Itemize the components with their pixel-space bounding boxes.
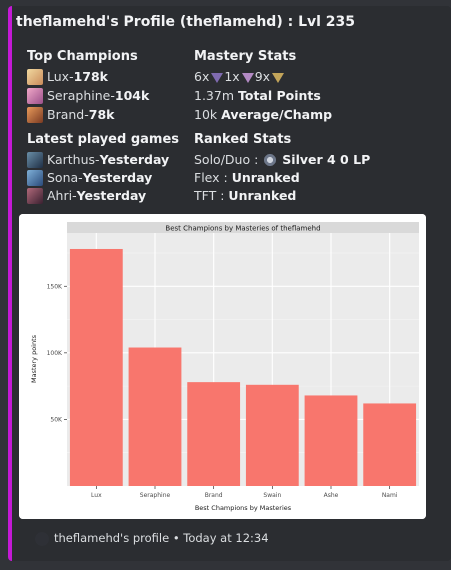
mastery-6-icon xyxy=(241,73,254,83)
champion-name: Lux xyxy=(47,69,70,84)
footer-text: theflamehd's profile • Today at 12:34 xyxy=(54,531,269,545)
chart-x-tick-label: Brand xyxy=(205,492,223,499)
flex-label: Flex : xyxy=(194,170,228,185)
chart-x-axis-title: Best Champions by Masteries xyxy=(195,504,292,512)
silver-rank-icon xyxy=(263,153,278,167)
champion-name: Ahri xyxy=(47,188,73,203)
top-champion-row: Seraphine - 104k xyxy=(27,87,149,105)
chart-x-tick-label: Seraphine xyxy=(140,492,171,499)
flex-value: Unranked xyxy=(231,170,300,185)
profile-title: theflamehd's Profile (theflamehd) : Lvl … xyxy=(16,14,356,30)
champion-name: Karthus xyxy=(47,152,96,167)
mastery-chart-image[interactable]: Best Champions by Masteries of theflameh… xyxy=(19,214,426,519)
bot-avatar-icon xyxy=(35,532,49,546)
chart-x-tick-label: Nami xyxy=(382,492,398,499)
top-champion-row: Lux - 178k xyxy=(27,68,108,86)
lux-champion-icon xyxy=(27,69,43,85)
champion-name: Brand xyxy=(47,107,85,122)
chart-y-axis-title: Mastery points xyxy=(30,334,38,383)
flex-row: Flex : Unranked xyxy=(194,169,300,187)
chart-x-tick-label: Lux xyxy=(91,492,102,499)
chart-title: Best Champions by Masteries of theflameh… xyxy=(165,225,320,233)
solo-duo-label: Solo/Duo : xyxy=(194,152,259,167)
seraphine-champion-icon xyxy=(27,88,43,104)
embed-footer: theflamehd's profile • Today at 12:34 xyxy=(54,531,269,545)
mastery-5-icon xyxy=(272,73,285,83)
played-when: Yesterday xyxy=(82,170,153,185)
chart-bar-lux xyxy=(69,248,123,486)
chart-bar-ashe xyxy=(304,395,358,486)
chart-bar-nami xyxy=(363,403,417,486)
top-champion-row: Brand - 78k xyxy=(27,106,114,124)
champion-name: Sona xyxy=(47,170,79,185)
latest-games-heading: Latest played games xyxy=(27,132,180,147)
average-value: 10k xyxy=(194,107,218,122)
chart-x-tick-label: Swain xyxy=(263,492,281,499)
chart-y-tick-label: 100K xyxy=(47,350,63,357)
ranked-stats-heading: Ranked Stats xyxy=(194,132,292,147)
mastery-7-count: 6x xyxy=(194,69,210,84)
average-row: 10k Average/Champ xyxy=(194,106,332,124)
sona-champion-icon xyxy=(27,170,43,186)
total-points-value: 1.37m xyxy=(194,88,235,103)
chart-bar-swain xyxy=(245,384,299,486)
mastery-6-count: 1x xyxy=(224,69,240,84)
champion-points: 178k xyxy=(73,69,108,84)
latest-game-row: Karthus - Yesterday xyxy=(27,151,169,169)
karthus-champion-icon xyxy=(27,152,43,168)
champion-points: 104k xyxy=(114,88,150,103)
champion-points: 78k xyxy=(88,107,115,122)
brand-champion-icon xyxy=(27,107,43,123)
chart-bar-seraphine xyxy=(128,347,182,486)
chart-x-tick-label: Ashe xyxy=(324,492,339,499)
mastery-bar-chart: Best Champions by Masteries of theflameh… xyxy=(19,214,426,519)
champion-name: Seraphine xyxy=(47,88,111,103)
tft-value: Unranked xyxy=(228,188,297,203)
played-when: Yesterday xyxy=(76,188,147,203)
tft-row: TFT : Unranked xyxy=(194,187,296,205)
chart-bar-brand xyxy=(187,382,241,486)
ahri-champion-icon xyxy=(27,188,43,204)
mastery-tokens-row: 6x 1x 9x xyxy=(194,68,285,86)
total-points-row: 1.37m Total Points xyxy=(194,87,321,105)
average-label: Average/Champ xyxy=(221,107,333,122)
chart-y-tick-label: 50K xyxy=(50,417,63,424)
played-when: Yesterday xyxy=(99,152,170,167)
top-champions-heading: Top Champions xyxy=(27,49,138,64)
total-points-label: Total Points xyxy=(238,88,321,103)
latest-game-row: Ahri - Yesterday xyxy=(27,187,146,205)
mastery-stats-heading: Mastery Stats xyxy=(194,49,297,64)
latest-game-row: Sona - Yesterday xyxy=(27,169,152,187)
mastery-7-icon xyxy=(211,73,224,83)
chart-y-tick-label: 150K xyxy=(47,283,63,290)
solo-duo-value: Silver 4 0 LP xyxy=(282,152,371,167)
solo-duo-row: Solo/Duo : Silver 4 0 LP xyxy=(194,151,370,169)
tft-label: TFT : xyxy=(194,188,225,203)
mastery-5-count: 9x xyxy=(254,69,271,84)
